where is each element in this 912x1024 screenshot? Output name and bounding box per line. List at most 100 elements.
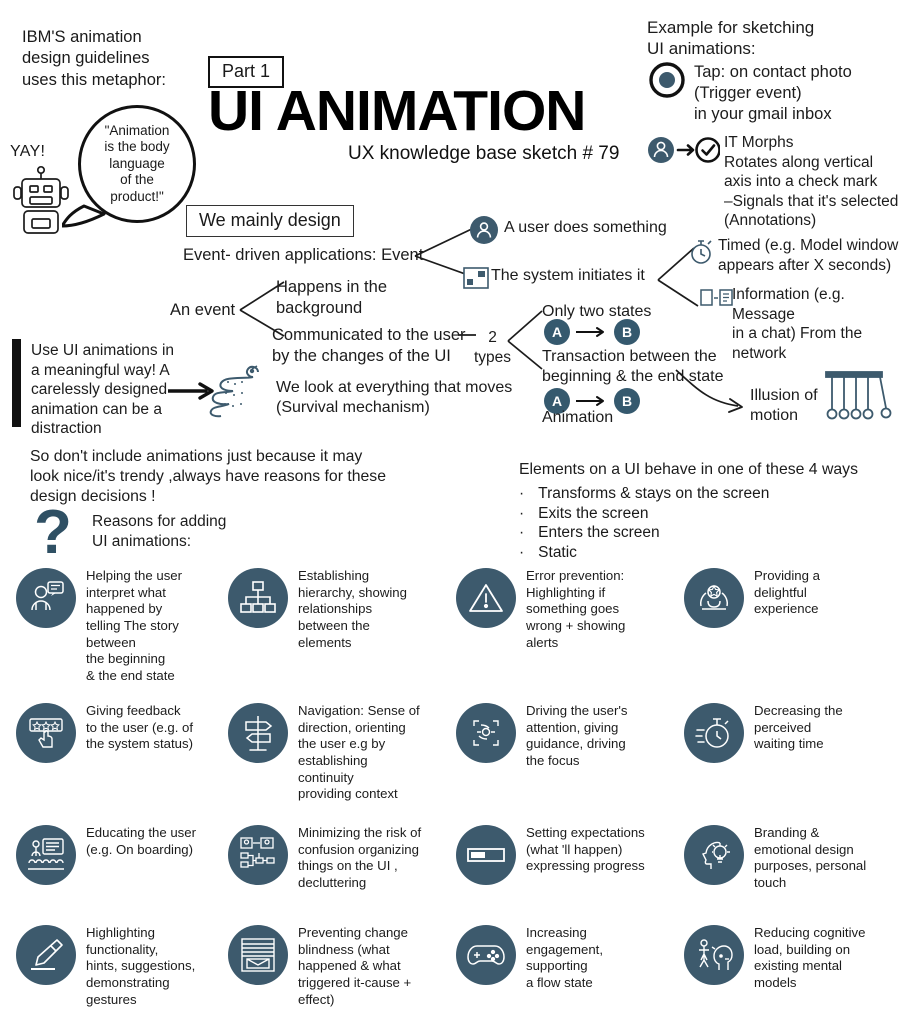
hierarchy-tree-icon <box>228 568 288 628</box>
bubble-quote: "Animation is the body language of the p… <box>78 105 196 223</box>
page-subtitle: UX knowledge base sketch # 79 <box>348 143 620 164</box>
list-item-label: Enters the screen <box>538 524 660 542</box>
list-item-label: Exits the screen <box>538 504 649 522</box>
bullet-glyph: · <box>519 524 525 542</box>
message-exchange-icon <box>700 288 734 310</box>
list-item: · Static <box>519 543 769 563</box>
window-blinds-icon <box>228 925 288 985</box>
reason-card[interactable]: Setting expectations (what 'll happen) e… <box>456 825 684 925</box>
badge-b: B <box>614 319 640 345</box>
snake-text: We look at everything that moves (Surviv… <box>276 379 513 417</box>
newtons-cradle-icon <box>822 368 892 426</box>
reason-card[interactable]: Error prevention: Highlighting if someth… <box>456 568 684 703</box>
meaningful-callout-text: Use UI animations in a meaningful way! A… <box>31 342 175 438</box>
reason-label: Providing a delightful experience <box>754 568 820 617</box>
svg-text:?: ? <box>34 505 72 567</box>
example-heading: Example for sketching UI animations: <box>647 18 815 59</box>
reason-label: Educating the user (e.g. On boarding) <box>86 825 196 857</box>
information-label: Information (e.g. Message in a chat) Fro… <box>732 286 863 362</box>
branch-user-label: A user does something <box>504 219 667 236</box>
communicated-label: Communicated to the user by the changes … <box>272 326 466 365</box>
happens-background-label: Happens in the background <box>276 278 387 317</box>
behave-heading: Elements on a UI behave in one of these … <box>519 461 858 478</box>
reason-card[interactable]: Reducing cognitive load, building on exi… <box>684 925 912 1024</box>
head-lightbulb-icon <box>684 825 744 885</box>
bullet-glyph: · <box>519 485 525 502</box>
question-mark-icon: ? <box>30 505 78 567</box>
animation-label: Animation <box>542 409 614 426</box>
reason-card[interactable]: Minimizing the risk of confusion organiz… <box>228 825 456 925</box>
reasons-row: Giving feedback to the user (e.g. of the… <box>0 703 912 825</box>
reason-card[interactable]: Branding & emotional design purposes, pe… <box>684 825 912 925</box>
signpost-icon <box>228 703 288 763</box>
reason-label: Reducing cognitive load, building on exi… <box>754 925 866 990</box>
speed-stopwatch-icon <box>684 703 744 763</box>
flowchart-users-icon <box>228 825 288 885</box>
yay-label: YAY! <box>10 143 46 160</box>
reason-card[interactable]: Educating the user (e.g. On boarding) <box>0 825 228 925</box>
reason-label: Navigation: Sense of direction, orientin… <box>298 703 420 802</box>
user-morph-check-icon <box>648 134 720 166</box>
reason-label: Branding & emotional design purposes, pe… <box>754 825 867 890</box>
reason-label: Driving the user's attention, giving gui… <box>526 703 628 768</box>
illusion-arrow-icon <box>675 369 743 413</box>
badge-a: A <box>544 319 570 345</box>
reason-label: Increasing engagement, supporting a flow… <box>526 925 603 990</box>
reason-card[interactable]: Increasing engagement, supporting a flow… <box>456 925 684 1024</box>
state-transition-ab-1: A B <box>544 319 640 345</box>
reason-label: Helping the user interpret what happened… <box>86 568 183 683</box>
two-types-dash <box>458 334 476 336</box>
rating-stars-tap-icon <box>16 703 76 763</box>
list-item: · Transforms & stays on the screen <box>519 484 769 504</box>
reason-label: Giving feedback to the user (e.g. of the… <box>86 703 194 752</box>
behave-bullet-list: · Transforms & stays on the screen · Exits… <box>519 484 769 562</box>
reasons-row: Educating the user (e.g. On boarding) Mi… <box>0 825 912 925</box>
badge-b: B <box>614 388 640 414</box>
reason-card[interactable]: Navigation: Sense of direction, orientin… <box>228 703 456 825</box>
person-head-profile-icon <box>684 925 744 985</box>
infographic-canvas: IBM'S animation design guidelines uses t… <box>0 0 912 1024</box>
callout-accent-bar <box>12 339 21 427</box>
branch-system-label: The system initiates it <box>491 267 645 284</box>
user-avatar-icon <box>470 216 498 244</box>
reason-card[interactable]: Establishing hierarchy, showing relation… <box>228 568 456 703</box>
example-item-morph-text: IT Morphs Rotates along vertical axis in… <box>724 134 899 230</box>
tap-target-icon <box>648 61 686 99</box>
list-item-label: Static <box>538 543 577 561</box>
warning-triangle-icon <box>456 568 516 628</box>
stopwatch-icon <box>688 237 714 265</box>
an-event-label: An event <box>170 301 236 319</box>
reason-label: Establishing hierarchy, showing relation… <box>298 568 407 650</box>
presentation-audience-icon <box>16 825 76 885</box>
reasons-row: Helping the user interpret what happened… <box>0 568 912 703</box>
list-item: · Exits the screen <box>519 504 769 524</box>
game-controller-icon <box>456 925 516 985</box>
list-item-label: Transforms & stays on the screen <box>538 485 770 502</box>
reason-card[interactable]: Highlighting functionality, hints, sugge… <box>0 925 228 1024</box>
we-mainly-design-box: We mainly design <box>186 205 354 237</box>
reason-card[interactable]: Providing a delightful experience <box>684 568 912 703</box>
user-speech-bubble-icon <box>16 568 76 628</box>
reason-card[interactable]: Preventing change blindness (what happen… <box>228 925 456 1024</box>
page-title: UI ANIMATION <box>208 79 586 143</box>
reason-label: Error prevention: Highlighting if someth… <box>526 568 626 650</box>
reason-label: Decreasing the perceived waiting time <box>754 703 843 752</box>
bullet-glyph: · <box>519 504 525 522</box>
system-window-icon <box>463 267 489 289</box>
dont-include-text: So don't include animations just because… <box>30 448 386 505</box>
reason-card[interactable]: Decreasing the perceived waiting time <box>684 703 912 825</box>
reason-label: Preventing change blindness (what happen… <box>298 925 412 1007</box>
arrow-icon <box>576 396 604 406</box>
event-driven-label: Event- driven applications: Event <box>183 246 424 264</box>
list-item: · Enters the screen <box>519 523 769 543</box>
bullet-glyph: · <box>519 543 525 561</box>
snake-icon <box>208 360 270 422</box>
progress-bar-icon <box>456 825 516 885</box>
reason-card[interactable]: Driving the user's attention, giving gui… <box>456 703 684 825</box>
reasons-row: Highlighting functionality, hints, sugge… <box>0 925 912 1024</box>
reason-card[interactable]: Giving feedback to the user (e.g. of the… <box>0 703 228 825</box>
reason-label: Minimizing the risk of confusion organiz… <box>298 825 422 890</box>
illusion-label: Illusion of motion <box>750 387 818 425</box>
reasons-grid: Helping the user interpret what happened… <box>0 568 912 1024</box>
reason-card[interactable]: Helping the user interpret what happened… <box>0 568 228 703</box>
